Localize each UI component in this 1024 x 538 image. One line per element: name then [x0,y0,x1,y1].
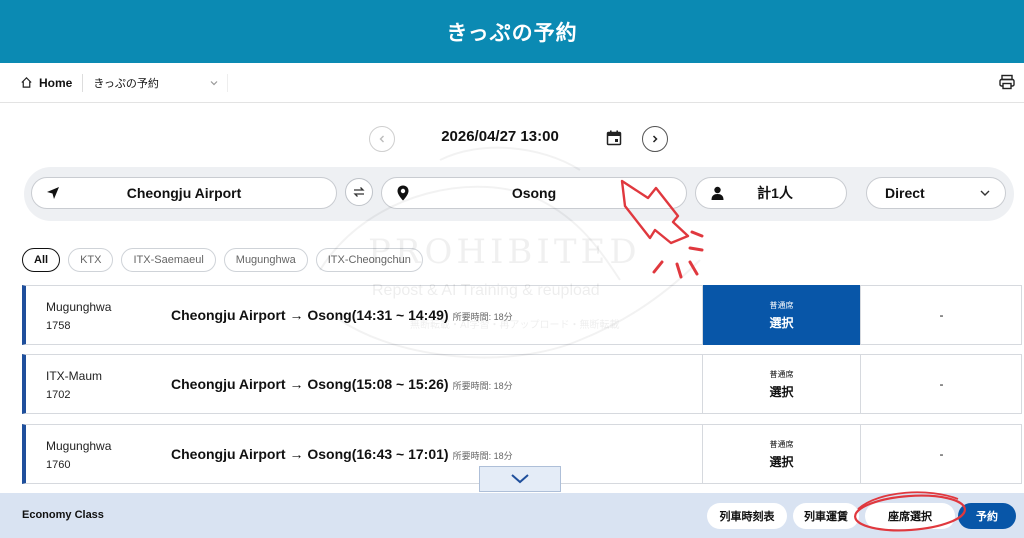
breadcrumb-home-label: Home [39,75,73,90]
train-name: Mugunghwa [46,300,112,314]
next-date-button[interactable] [642,126,668,152]
route-text: Cheongju Airport → Osong(15:08 ~ 15:26) [171,376,449,392]
timetable-button[interactable]: 列車時刻表 [707,503,787,529]
route-text: Cheongju Airport → Osong(16:43 ~ 17:01) [171,446,449,462]
origin-value: Cheongju Airport [126,185,242,201]
train-number: 1702 [46,389,71,401]
route-duration: 所要時間: 18分 [452,451,513,461]
chevron-left-icon [379,135,384,143]
second-seat-cell: - [860,425,1022,483]
swap-stations-button[interactable] [345,178,373,206]
seat-class-label: 普通席 [769,369,794,379]
person-icon [711,186,723,200]
breadcrumb: Home きっぷの予約 [0,63,1024,103]
destination-value: Osong [511,185,557,201]
trip-type-select[interactable]: Direct [866,177,1006,209]
filter-all[interactable]: All [22,248,61,272]
second-seat-cell: - [860,355,1022,413]
watermark-jp-text: 無断転載・AI学習・再アップロード・無断転載 [410,320,620,331]
breadcrumb-home[interactable]: Home [20,73,84,92]
seat-class-label: 普通席 [769,300,794,310]
seat-select-bottom-button[interactable]: 座席選択 [865,503,955,529]
chevron-down-icon [980,190,990,196]
class-label: Economy Class [22,509,104,521]
filter-mugunghwa[interactable]: Mugunghwa [223,248,308,272]
calendar-icon[interactable] [606,130,622,146]
train-type-filters: All KTX ITX-Saemaeul Mugunghwa ITX-Cheon… [22,248,423,274]
watermark-text: PROHIBITED [368,232,641,272]
seat-select-button[interactable]: 普通席 選択 [702,424,860,484]
seat-class-label: 普通席 [769,439,794,449]
passenger-field[interactable]: 計1人 [695,177,847,209]
seat-select-label: 選択 [769,315,794,330]
train-number: 1760 [46,459,71,471]
date-display[interactable]: 2026/04/27 13:00 [420,128,580,145]
seat-select-button[interactable]: 普通席 選択 [702,354,860,414]
reserve-button[interactable]: 予約 [958,503,1016,529]
train-name: ITX-Maum [46,369,103,383]
chevron-down-icon [511,474,529,484]
seat-select-label: 選択 [769,384,794,399]
breadcrumb-current[interactable]: きっぷの予約 [83,73,229,92]
train-route: Cheongju Airport → Osong(16:43 ~ 17:01) 所… [171,446,513,462]
home-icon [21,77,32,88]
passenger-count: 計1人 [757,185,793,201]
route-text: Cheongju Airport → Osong(14:31 ~ 14:49) [171,307,449,323]
print-icon[interactable] [998,73,1016,91]
location-arrow-icon [47,187,59,199]
destination-field[interactable]: Osong [381,177,687,209]
second-seat-cell: - [860,286,1022,344]
origin-field[interactable]: Cheongju Airport [31,177,337,209]
trip-type-value: Direct [885,185,925,201]
seat-select-label: 選択 [769,454,794,469]
train-row: ITX-Maum 1702 Cheongju Airport → Osong(1… [22,354,1022,414]
date-selector: 2026/04/27 13:00 [0,123,1024,155]
train-route: Cheongju Airport → Osong(15:08 ~ 15:26) 所… [171,376,513,392]
watermark-subtext: Repost & AI Training & reupload [372,282,600,299]
filter-ktx[interactable]: KTX [68,248,114,272]
fare-button[interactable]: 列車運賃 [793,503,859,529]
chevron-right-icon [652,135,658,143]
map-pin-icon [397,185,409,201]
chevron-down-icon [210,80,218,85]
breadcrumb-current-label: きっぷの予約 [93,77,159,90]
page-title: きっぷの予約 [446,21,578,45]
route-duration: 所要時間: 18分 [452,381,513,391]
scroll-down-button[interactable] [479,466,561,492]
filter-itx-saemaeul[interactable]: ITX-Saemaeul [121,248,216,272]
train-name: Mugunghwa [46,439,112,453]
train-number: 1758 [46,320,71,332]
app-header: きっぷの予約 [0,0,1024,63]
swap-icon [353,187,365,197]
seat-select-button[interactable]: 普通席 選択 [702,285,860,345]
bottom-action-bar: Economy Class 列車時刻表 列車運賃 座席選択 予約 [0,493,1024,538]
annotation-burst-icon [652,230,704,279]
prev-date-button[interactable] [369,126,395,152]
